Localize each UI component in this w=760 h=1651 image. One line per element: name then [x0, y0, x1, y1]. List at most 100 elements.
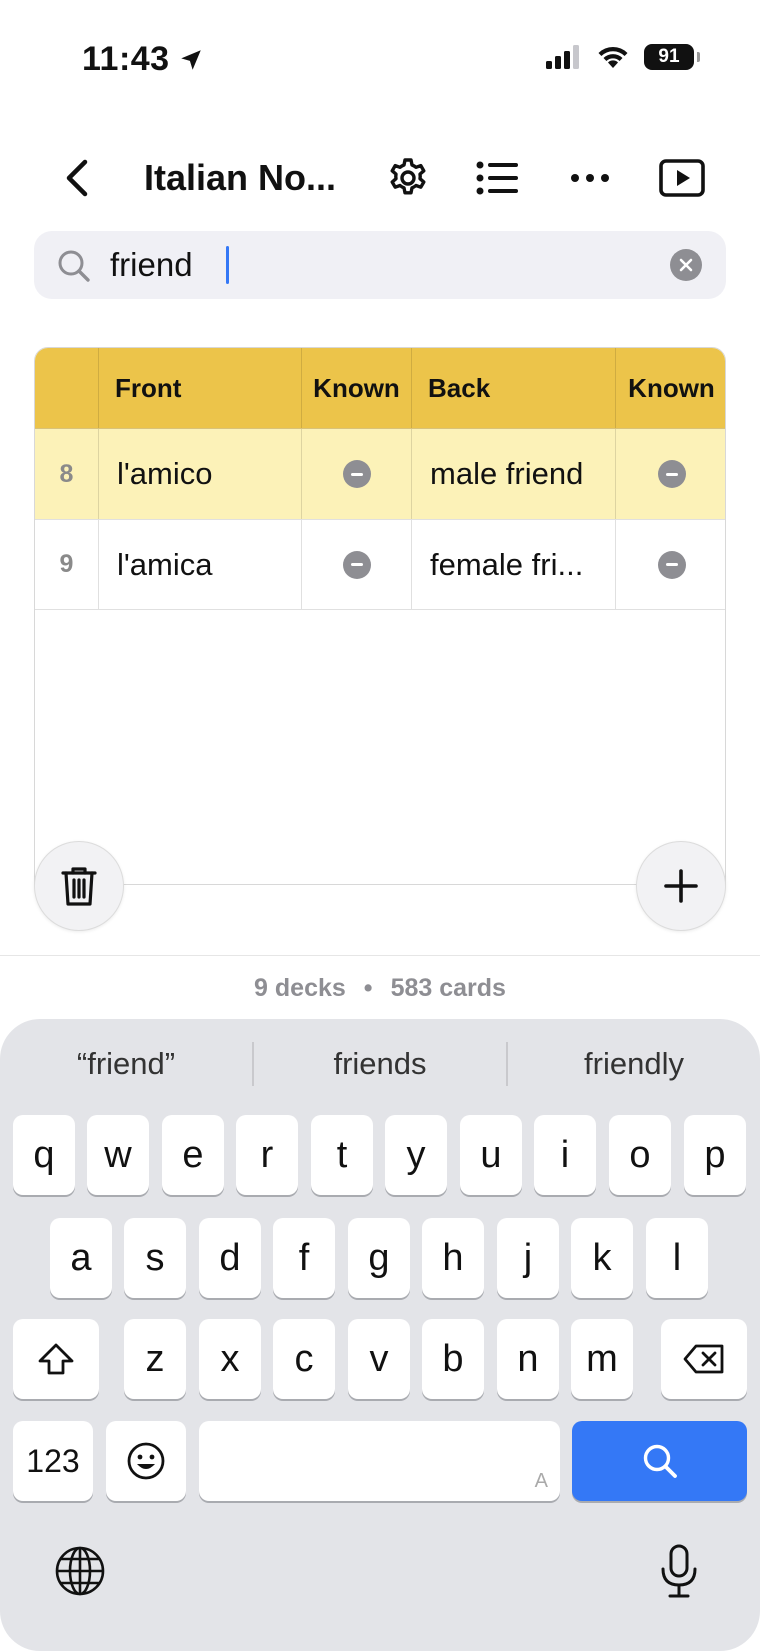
table-row[interactable]: 9 l'amica female fri...	[35, 519, 725, 610]
battery-icon: 91	[644, 44, 700, 70]
back-cell[interactable]: male friend	[412, 429, 616, 519]
cellular-signal-icon	[546, 45, 579, 69]
keyboard-suggestions: “friend” friends friendly	[0, 1019, 760, 1109]
key-b[interactable]: b	[422, 1319, 484, 1399]
plus-icon	[664, 869, 698, 903]
back-known-cell[interactable]	[616, 429, 725, 519]
column-header-number	[35, 348, 99, 428]
search-key[interactable]	[572, 1421, 747, 1501]
list-icon	[476, 161, 518, 195]
summary-separator: •	[363, 973, 373, 1002]
cards-table: Front Known Back Known 8 l'amico male fr…	[34, 347, 726, 885]
back-known-cell[interactable]	[616, 520, 725, 609]
globe-icon[interactable]	[54, 1545, 106, 1597]
key-v[interactable]: v	[348, 1319, 410, 1399]
status-bar: 11:43 91	[0, 0, 760, 120]
column-header-back[interactable]: Back	[412, 348, 616, 428]
table-row[interactable]: 8 l'amico male friend	[35, 428, 725, 519]
key-r[interactable]: r	[236, 1115, 298, 1195]
backspace-icon	[683, 1344, 724, 1374]
key-f[interactable]: f	[273, 1218, 335, 1298]
key-q[interactable]: q	[13, 1115, 75, 1195]
key-c[interactable]: c	[273, 1319, 335, 1399]
key-t[interactable]: t	[311, 1115, 373, 1195]
text-caret	[226, 246, 229, 284]
minus-circle-icon	[342, 550, 371, 579]
back-cell[interactable]: female fri...	[412, 520, 616, 609]
deck-title[interactable]: Italian No...	[144, 140, 344, 216]
key-o[interactable]: o	[609, 1115, 671, 1195]
delete-key[interactable]	[661, 1319, 747, 1399]
battery-level: 91	[658, 46, 680, 67]
front-cell[interactable]: l'amica	[99, 520, 302, 609]
close-icon	[679, 258, 693, 272]
key-l[interactable]: l	[646, 1218, 708, 1298]
chevron-left-icon	[66, 159, 88, 197]
search-icon	[58, 250, 90, 282]
key-a[interactable]: a	[50, 1218, 112, 1298]
emoji-key[interactable]	[106, 1421, 186, 1501]
key-x[interactable]: x	[199, 1319, 261, 1399]
more-button[interactable]	[562, 140, 618, 216]
front-known-cell[interactable]	[302, 429, 412, 519]
wifi-icon	[598, 46, 628, 68]
search-input[interactable]	[110, 239, 650, 291]
back-button[interactable]	[52, 140, 102, 216]
key-p[interactable]: p	[684, 1115, 746, 1195]
shift-key[interactable]	[13, 1319, 99, 1399]
play-rectangle-icon	[659, 159, 705, 197]
front-cell[interactable]: l'amico	[99, 429, 302, 519]
key-s[interactable]: s	[124, 1218, 186, 1298]
keyboard: “friend” friends friendly q w e r t y u …	[0, 1019, 760, 1651]
numbers-key[interactable]: 123	[13, 1421, 93, 1501]
location-arrow-icon	[180, 49, 201, 70]
key-g[interactable]: g	[348, 1218, 410, 1298]
key-u[interactable]: u	[460, 1115, 522, 1195]
ellipsis-icon	[571, 174, 609, 182]
key-w[interactable]: w	[87, 1115, 149, 1195]
add-card-button[interactable]	[636, 841, 726, 931]
key-h[interactable]: h	[422, 1218, 484, 1298]
suggestion-item[interactable]: friends	[254, 1042, 506, 1086]
delete-button[interactable]	[34, 841, 124, 931]
key-n[interactable]: n	[497, 1319, 559, 1399]
space-key[interactable]: A	[199, 1421, 560, 1501]
deck-count: 9 decks	[254, 973, 346, 1002]
play-button[interactable]	[654, 140, 710, 216]
key-m[interactable]: m	[571, 1319, 633, 1399]
card-count: 583 cards	[390, 973, 506, 1002]
nav-bar: Italian No...	[0, 140, 760, 216]
list-button[interactable]	[470, 140, 526, 216]
minus-circle-icon	[657, 550, 686, 579]
key-j[interactable]: j	[497, 1218, 559, 1298]
time-label: 11:43	[82, 40, 170, 78]
search-bar	[34, 231, 726, 299]
status-time: 11:43	[82, 40, 204, 79]
row-number: 9	[35, 520, 99, 609]
key-y[interactable]: y	[385, 1115, 447, 1195]
status-indicators: 91	[546, 44, 700, 70]
table-header-row: Front Known Back Known	[35, 348, 725, 428]
key-k[interactable]: k	[571, 1218, 633, 1298]
column-header-back-known[interactable]: Known	[616, 348, 725, 428]
microphone-icon[interactable]	[658, 1543, 700, 1599]
column-header-front[interactable]: Front	[99, 348, 302, 428]
minus-circle-icon	[342, 460, 371, 488]
key-d[interactable]: d	[199, 1218, 261, 1298]
column-header-front-known[interactable]: Known	[302, 348, 412, 428]
key-i[interactable]: i	[534, 1115, 596, 1195]
minus-circle-icon	[657, 460, 686, 488]
key-e[interactable]: e	[162, 1115, 224, 1195]
deck-summary: 9 decks • 583 cards	[0, 968, 760, 1008]
search-icon	[643, 1444, 677, 1478]
settings-button[interactable]	[380, 140, 436, 216]
suggestion-item[interactable]: “friend”	[0, 1042, 252, 1086]
space-key-mark: A	[534, 1470, 548, 1492]
gear-icon	[390, 158, 426, 195]
emoji-icon	[127, 1442, 165, 1480]
key-z[interactable]: z	[124, 1319, 186, 1399]
suggestion-item[interactable]: friendly	[508, 1042, 760, 1086]
clear-search-button[interactable]	[670, 249, 702, 281]
row-number: 8	[35, 429, 99, 519]
front-known-cell[interactable]	[302, 520, 412, 609]
